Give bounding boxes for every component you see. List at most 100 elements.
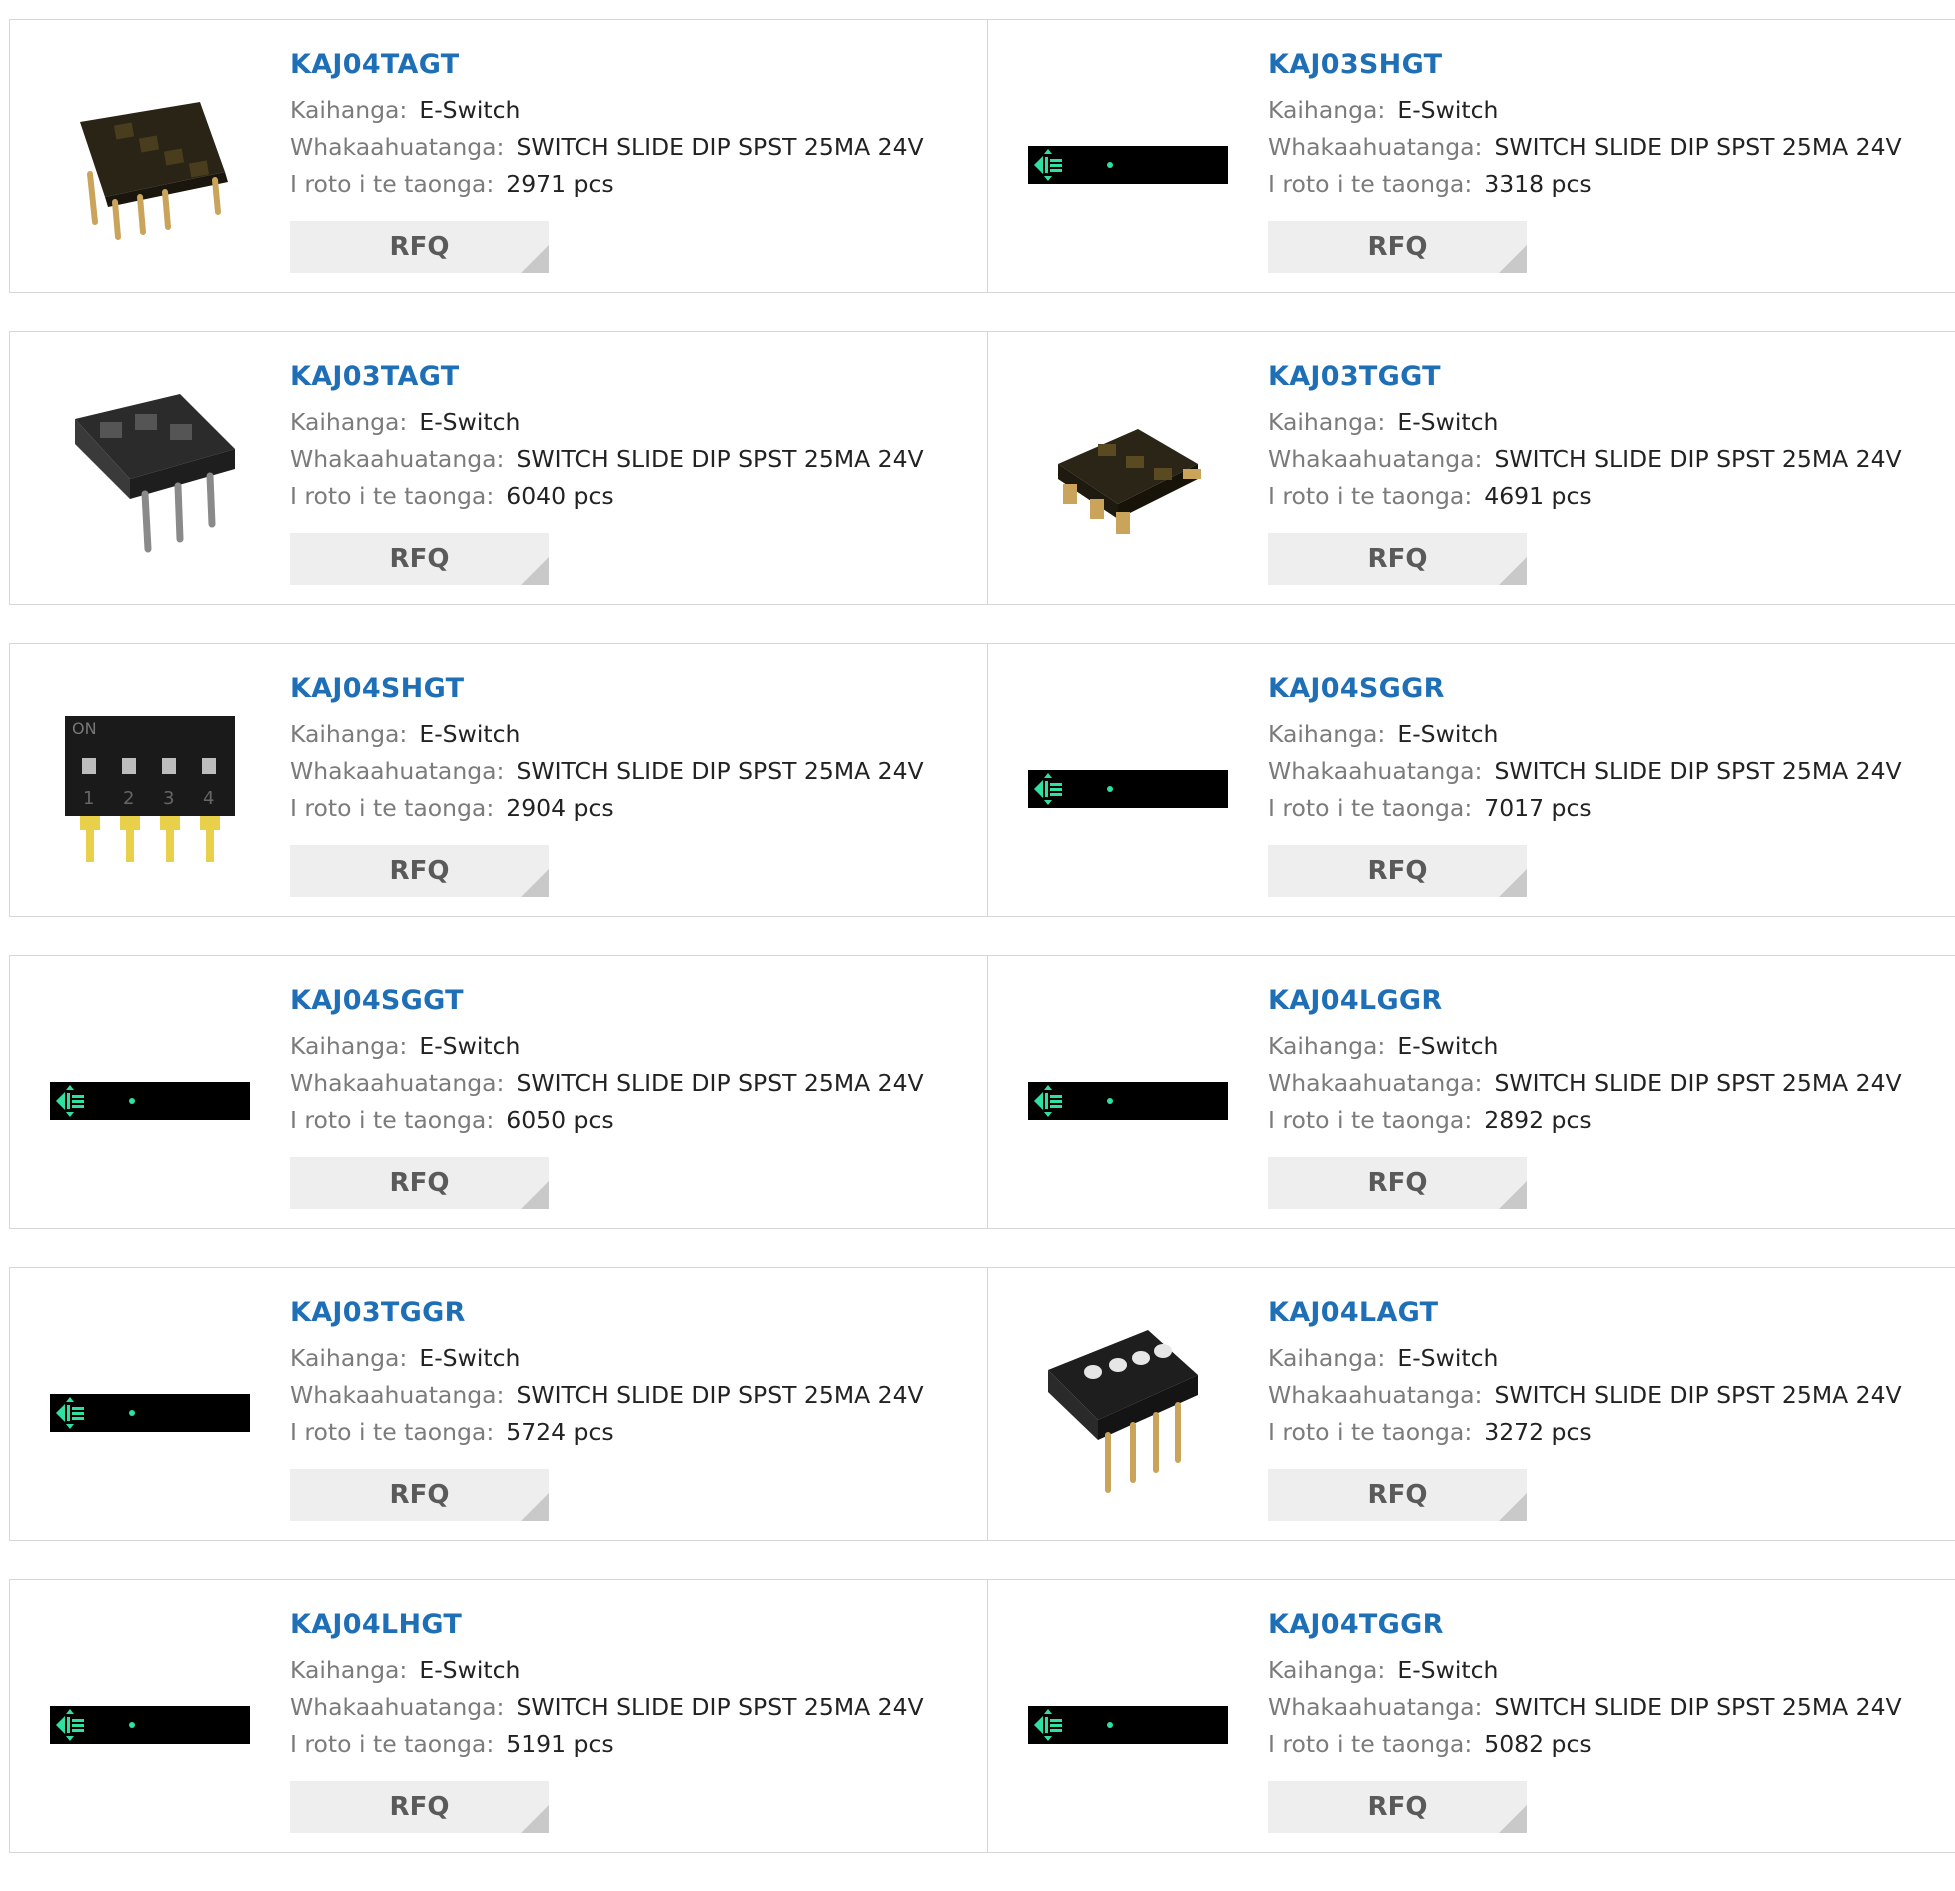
rfq-button[interactable]: RFQ xyxy=(290,1469,549,1521)
product-grid: KAJ04TAGT Kaihanga: E-Switch Whakaahuatan… xyxy=(9,19,1955,1891)
svg-text:3: 3 xyxy=(163,788,174,809)
manufacturer-value: E-Switch xyxy=(1397,1344,1499,1372)
rfq-button[interactable]: RFQ xyxy=(290,533,549,585)
stock-label: I roto i te taonga: xyxy=(290,170,495,198)
stock-label: I roto i te taonga: xyxy=(290,1106,495,1134)
product-image[interactable] xyxy=(50,1310,250,1510)
product-card: KAJ04SGGR Kaihanga: E-Switch Whakaahuatan… xyxy=(987,643,1955,917)
product-image[interactable] xyxy=(1028,62,1228,262)
rfq-button[interactable]: RFQ xyxy=(290,1781,549,1833)
part-number-link[interactable]: KAJ04SGGT xyxy=(290,984,967,1018)
product-image[interactable] xyxy=(1028,1622,1228,1822)
description-label: Whakaahuatanga: xyxy=(290,1381,505,1409)
description-value: SWITCH SLIDE DIP SPST 25MA 24V xyxy=(1494,133,1902,161)
product-row: KAJ03TGGR Kaihanga: E-Switch Whakaahuatan… xyxy=(9,1267,1955,1543)
product-image[interactable] xyxy=(1028,374,1228,574)
part-number-link[interactable]: KAJ03TGGT xyxy=(1268,360,1955,394)
manufacturer-line: Kaihanga: E-Switch xyxy=(290,1652,967,1689)
rfq-button[interactable]: RFQ xyxy=(1268,1781,1527,1833)
manufacturer-line: Kaihanga: E-Switch xyxy=(1268,92,1955,129)
part-number-link[interactable]: KAJ03TAGT xyxy=(290,360,967,394)
manufacturer-label: Kaihanga: xyxy=(1268,1656,1386,1684)
corner-triangle-icon xyxy=(1499,1805,1527,1833)
description-value: SWITCH SLIDE DIP SPST 25MA 24V xyxy=(1494,1381,1902,1409)
manufacturer-value: E-Switch xyxy=(1397,408,1499,436)
stock-value: 3318 pcs xyxy=(1484,170,1592,198)
part-number-link[interactable]: KAJ04LGGR xyxy=(1268,984,1955,1018)
product-image[interactable] xyxy=(1028,1310,1228,1510)
description-label: Whakaahuatanga: xyxy=(1268,757,1483,785)
description-value: SWITCH SLIDE DIP SPST 25MA 24V xyxy=(516,757,924,785)
corner-triangle-icon xyxy=(1499,869,1527,897)
part-number-link[interactable]: KAJ04TAGT xyxy=(290,48,967,82)
rfq-button[interactable]: RFQ xyxy=(1268,533,1527,585)
description-label: Whakaahuatanga: xyxy=(290,1069,505,1097)
part-number-link[interactable]: KAJ03TGGR xyxy=(290,1296,967,1330)
svg-text:4: 4 xyxy=(203,788,214,809)
rfq-button[interactable]: RFQ xyxy=(1268,845,1527,897)
stock-line: I roto i te taonga: 2892 pcs xyxy=(1268,1102,1955,1139)
product-image[interactable] xyxy=(1028,686,1228,886)
description-value: SWITCH SLIDE DIP SPST 25MA 24V xyxy=(516,445,924,473)
manufacturer-label: Kaihanga: xyxy=(290,1656,408,1684)
stock-line: I roto i te taonga: 4691 pcs xyxy=(1268,478,1955,515)
product-card: KAJ03SHGT Kaihanga: E-Switch Whakaahuatan… xyxy=(987,19,1955,293)
description-value: SWITCH SLIDE DIP SPST 25MA 24V xyxy=(516,1069,924,1097)
rfq-button[interactable]: RFQ xyxy=(290,1157,549,1209)
product-image[interactable] xyxy=(50,998,250,1198)
description-label: Whakaahuatanga: xyxy=(1268,445,1483,473)
manufacturer-line: Kaihanga: E-Switch xyxy=(290,92,967,129)
rfq-button[interactable]: RFQ xyxy=(1268,1469,1527,1521)
part-number-link[interactable]: KAJ04SHGT xyxy=(290,672,967,706)
product-image[interactable] xyxy=(50,1622,250,1822)
rfq-button[interactable]: RFQ xyxy=(1268,221,1527,273)
description-line: Whakaahuatanga: SWITCH SLIDE DIP SPST 25M… xyxy=(1268,753,1955,790)
rfq-button[interactable]: RFQ xyxy=(290,221,549,273)
manufacturer-line: Kaihanga: E-Switch xyxy=(1268,1028,1955,1065)
product-card: ON 1 2 3 4 KAJ04SHGT Kaihanga: E-Switch Whaka… xyxy=(9,643,988,917)
description-value: SWITCH SLIDE DIP SPST 25MA 24V xyxy=(516,1381,924,1409)
stock-line: I roto i te taonga: 2971 pcs xyxy=(290,166,967,203)
rfq-button[interactable]: RFQ xyxy=(1268,1157,1527,1209)
corner-triangle-icon xyxy=(521,1805,549,1833)
product-image[interactable] xyxy=(50,62,250,262)
corner-triangle-icon xyxy=(521,1181,549,1209)
manufacturer-line: Kaihanga: E-Switch xyxy=(290,1340,967,1377)
product-image[interactable] xyxy=(1028,998,1228,1198)
part-number-link[interactable]: KAJ03SHGT xyxy=(1268,48,1955,82)
product-card: KAJ03TGGR Kaihanga: E-Switch Whakaahuatan… xyxy=(9,1267,988,1541)
rfq-label: RFQ xyxy=(1367,1168,1428,1198)
manufacturer-value: E-Switch xyxy=(1397,1656,1499,1684)
rfq-label: RFQ xyxy=(389,1480,450,1510)
rfq-button[interactable]: RFQ xyxy=(290,845,549,897)
description-label: Whakaahuatanga: xyxy=(290,445,505,473)
stock-value: 5724 pcs xyxy=(506,1418,614,1446)
stock-value: 5082 pcs xyxy=(1484,1730,1592,1758)
product-image[interactable] xyxy=(50,374,250,574)
part-number-link[interactable]: KAJ04TGGR xyxy=(1268,1608,1955,1642)
description-label: Whakaahuatanga: xyxy=(1268,133,1483,161)
manufacturer-label: Kaihanga: xyxy=(290,720,408,748)
part-number-link[interactable]: KAJ04SGGR xyxy=(1268,672,1955,706)
stock-value: 4691 pcs xyxy=(1484,482,1592,510)
stock-line: I roto i te taonga: 5724 pcs xyxy=(290,1414,967,1451)
part-number-link[interactable]: KAJ04LHGT xyxy=(290,1608,967,1642)
manufacturer-value: E-Switch xyxy=(419,1032,521,1060)
manufacturer-label: Kaihanga: xyxy=(1268,408,1386,436)
product-card: KAJ04TGGR Kaihanga: E-Switch Whakaahuatan… xyxy=(987,1579,1955,1853)
stock-label: I roto i te taonga: xyxy=(1268,170,1473,198)
product-card: KAJ04LAGT Kaihanga: E-Switch Whakaahuatan… xyxy=(987,1267,1955,1541)
description-line: Whakaahuatanga: SWITCH SLIDE DIP SPST 25M… xyxy=(1268,1377,1955,1414)
description-line: Whakaahuatanga: SWITCH SLIDE DIP SPST 25M… xyxy=(1268,1689,1955,1726)
stock-line: I roto i te taonga: 5082 pcs xyxy=(1268,1726,1955,1763)
corner-triangle-icon xyxy=(521,245,549,273)
manufacturer-label: Kaihanga: xyxy=(290,1032,408,1060)
rfq-label: RFQ xyxy=(389,1168,450,1198)
stock-value: 6040 pcs xyxy=(506,482,614,510)
manufacturer-line: Kaihanga: E-Switch xyxy=(1268,404,1955,441)
part-number-link[interactable]: KAJ04LAGT xyxy=(1268,1296,1955,1330)
description-line: Whakaahuatanga: SWITCH SLIDE DIP SPST 25M… xyxy=(290,1689,967,1726)
product-image[interactable]: ON 1 2 3 4 xyxy=(50,686,250,886)
stock-line: I roto i te taonga: 3318 pcs xyxy=(1268,166,1955,203)
stock-label: I roto i te taonga: xyxy=(290,1418,495,1446)
